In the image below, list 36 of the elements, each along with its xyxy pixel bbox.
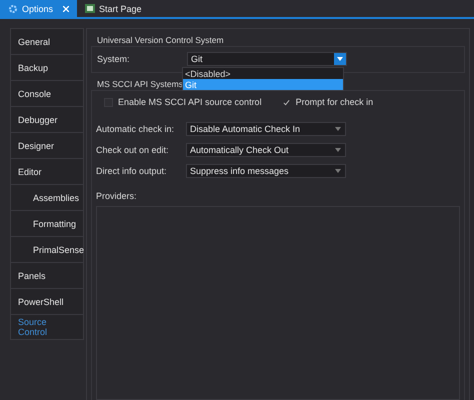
checkbox-label: Prompt for check in [296,97,374,107]
tab[interactable]: Start Page [77,0,150,17]
system-dropdown[interactable]: Git [187,52,347,66]
caret-icon [335,148,341,152]
dropdown-option[interactable]: <Disabled> [183,68,343,79]
sidebar-item[interactable]: Panels [10,262,84,288]
group-title: MS SCCI API Systems [97,79,183,89]
gear-icon [8,4,18,14]
field-label: Providers: [96,191,137,201]
checkbox-label: Enable MS SCCI API source control [118,97,262,107]
sidebar-item[interactable]: Backup [10,54,84,80]
field-label: Direct info output: [96,166,168,176]
checkbox[interactable] [282,98,291,106]
caret-icon [335,127,341,131]
caret-icon [335,169,341,173]
sidebar-item[interactable]: Debugger [10,106,84,132]
caret-icon [337,57,343,61]
group-title: Universal Version Control System [97,35,224,45]
field-label: Check out on edit: [96,145,170,155]
dropdown[interactable]: Automatically Check Out [186,143,346,157]
sidebar-item[interactable]: PrimalSense [10,236,84,262]
dropdown[interactable]: Disable Automatic Check In [186,122,346,136]
sidebar-item[interactable]: Source Control [10,314,84,340]
close-icon[interactable] [63,6,70,12]
sidebar-item[interactable]: PowerShell [10,288,84,314]
dropdown[interactable]: Suppress info messages [186,164,346,178]
sidebar-item[interactable]: Console [10,80,84,106]
sidebar-item[interactable]: Designer [10,132,84,158]
tab[interactable]: Options [0,0,78,17]
sidebar-item[interactable]: Formatting [10,210,84,236]
field-label: System: [97,54,131,64]
field-label: Automatic check in: [96,124,176,134]
sidebar-item[interactable]: Editor [10,158,84,184]
page-icon [85,4,96,13]
sidebar-item[interactable]: Assemblies [10,184,84,210]
sidebar-item[interactable]: General [10,28,84,54]
